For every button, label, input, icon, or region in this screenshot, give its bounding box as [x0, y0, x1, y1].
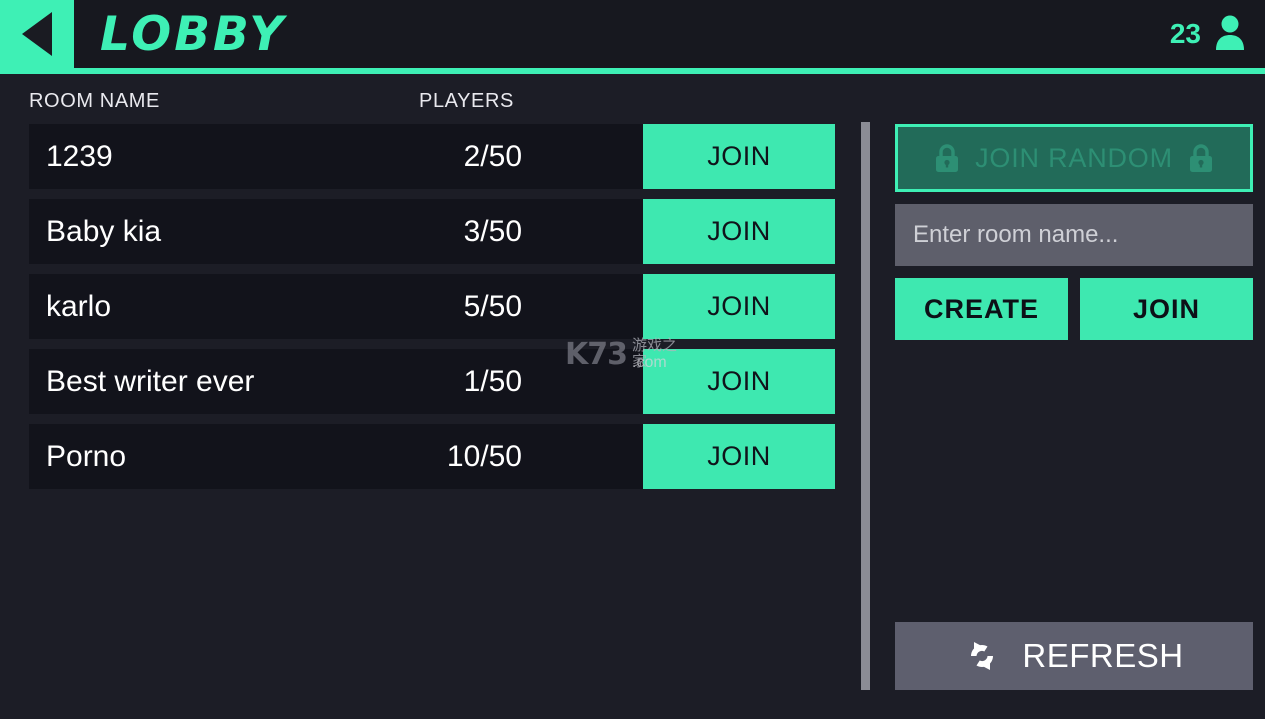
- room-name: 1239: [46, 139, 113, 173]
- room-name: Best writer ever: [46, 364, 255, 398]
- list-scrollbar[interactable]: [861, 122, 870, 690]
- header-bar: LOBBY 23: [0, 0, 1265, 68]
- person-icon: [1216, 15, 1244, 50]
- join-random-label: JOIN RANDOM: [975, 143, 1173, 173]
- table-row[interactable]: Baby kia 3/50 JOIN: [29, 199, 835, 264]
- column-header-players: PLAYERS: [419, 90, 514, 112]
- room-list: 1239 2/50 JOIN Baby kia 3/50 JOIN karlo …: [29, 124, 835, 499]
- room-name: Porno: [46, 439, 127, 473]
- join-random-button[interactable]: JOIN RANDOM: [895, 124, 1253, 192]
- refresh-icon: [971, 642, 994, 670]
- join-room-button[interactable]: JOIN: [643, 424, 835, 489]
- join-room-button[interactable]: JOIN: [643, 124, 835, 189]
- join-room-button[interactable]: JOIN: [643, 274, 835, 339]
- join-room-button[interactable]: JOIN: [643, 199, 835, 264]
- table-row[interactable]: Best writer ever 1/50 JOIN: [29, 349, 835, 414]
- room-actions-panel: JOIN RANDOM CREATE JOIN: [895, 124, 1253, 340]
- refresh-button[interactable]: REFRESH: [895, 622, 1253, 690]
- room-player-count: 5/50: [463, 289, 522, 323]
- room-player-count: 10/50: [446, 439, 522, 473]
- lock-icon: [936, 143, 959, 172]
- online-player-count: 23: [1169, 18, 1201, 49]
- back-triangle-icon: [22, 12, 52, 56]
- create-room-button[interactable]: CREATE: [895, 278, 1068, 340]
- page-title: LOBBY: [100, 7, 287, 62]
- refresh-label: REFRESH: [1022, 637, 1184, 674]
- table-row[interactable]: 1239 2/50 JOIN: [29, 124, 835, 189]
- create-join-button-row: CREATE JOIN: [895, 278, 1253, 340]
- join-room-button[interactable]: JOIN: [643, 349, 835, 414]
- room-player-count: 3/50: [463, 214, 522, 248]
- table-row[interactable]: Porno 10/50 JOIN: [29, 424, 835, 489]
- table-row[interactable]: karlo 5/50 JOIN: [29, 274, 835, 339]
- room-name: karlo: [46, 289, 112, 323]
- column-header-room-name: ROOM NAME: [29, 90, 160, 112]
- header-accent-underline: [0, 68, 1265, 74]
- back-button[interactable]: [0, 0, 74, 68]
- lobby-screen: LOBBY 23 ROOM NAME PLAYERS 1239 2/50 JOI…: [0, 0, 1265, 719]
- lock-icon: [1189, 143, 1212, 172]
- room-player-count: 1/50: [463, 364, 522, 398]
- room-name: Baby kia: [46, 214, 162, 248]
- room-name-input[interactable]: [895, 204, 1253, 266]
- room-player-count: 2/50: [463, 139, 522, 173]
- join-room-by-name-button[interactable]: JOIN: [1080, 278, 1253, 340]
